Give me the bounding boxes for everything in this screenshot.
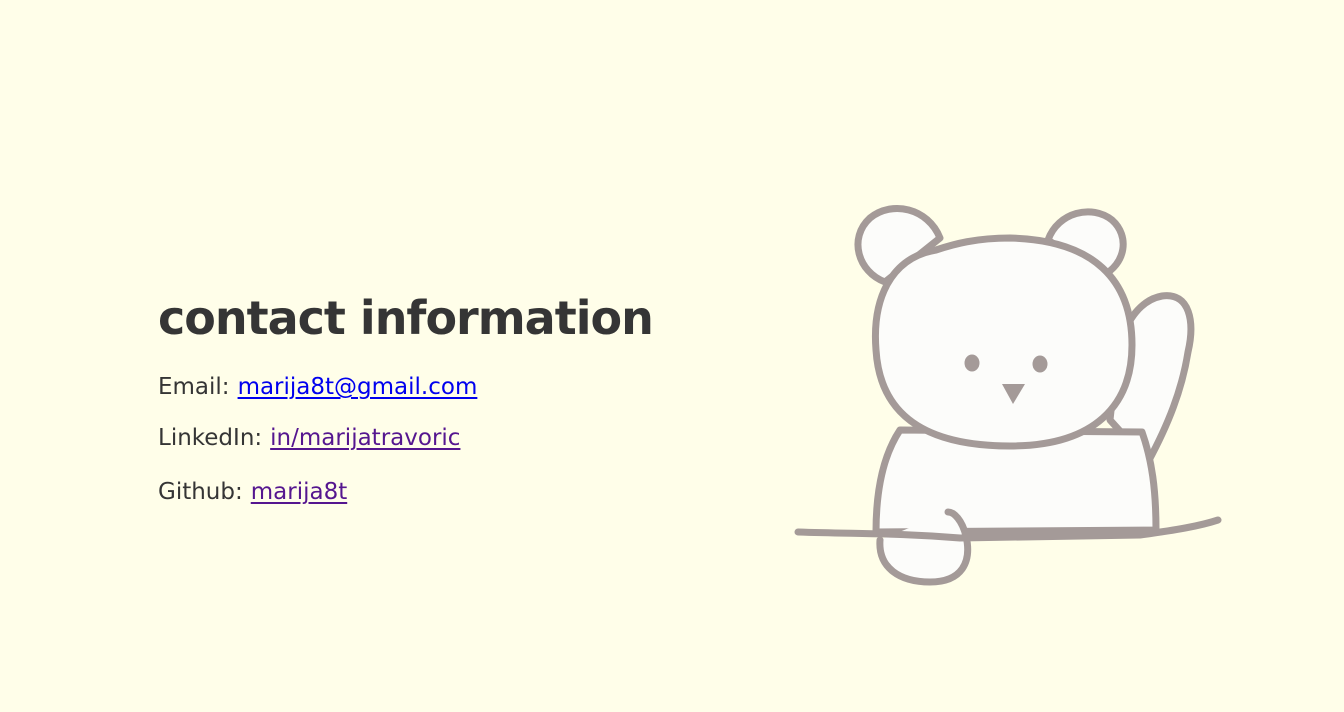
email-row: Email: marija8t@gmail.com (158, 372, 477, 402)
linkedin-label: LinkedIn: (158, 425, 263, 451)
linkedin-row: LinkedIn: in/marijatravoric (158, 423, 460, 453)
waving-bear-icon (794, 205, 1222, 586)
linkedin-link[interactable]: in/marijatravoric (270, 425, 460, 451)
github-label: Github: (158, 479, 243, 505)
contact-section: contact information Email: marija8t@gmail… (158, 286, 654, 505)
bear-head (871, 234, 1136, 450)
email-label: Email: (158, 374, 230, 400)
github-link[interactable]: marija8t (251, 479, 347, 505)
github-row: Github: marija8t (158, 477, 347, 507)
bear-right-eye (1032, 355, 1048, 373)
contact-title: contact information (158, 291, 654, 345)
email-link[interactable]: marija8t@gmail.com (238, 374, 478, 400)
bear-left-eye (964, 354, 980, 372)
